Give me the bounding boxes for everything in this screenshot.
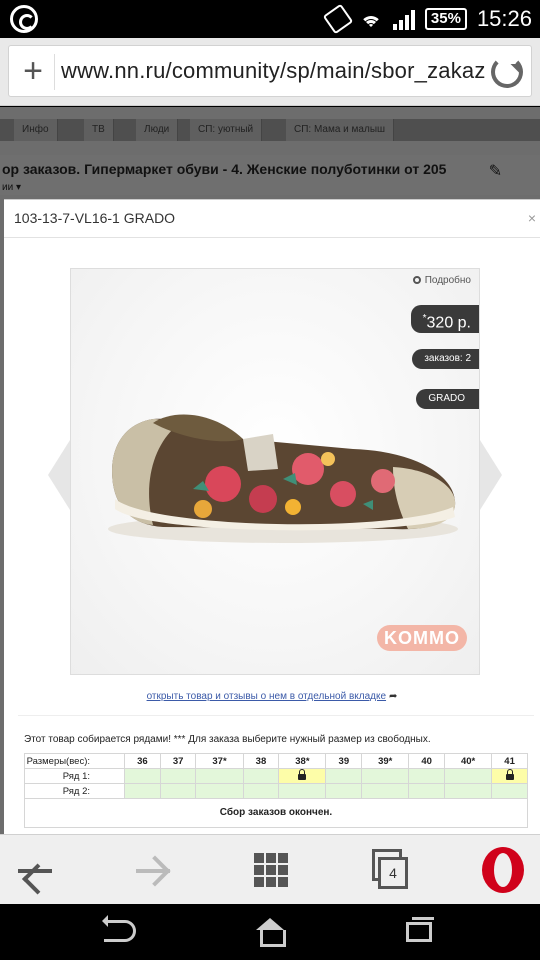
size-header: 39* (361, 753, 410, 769)
nav-tab-tv[interactable]: ТВ (84, 119, 114, 141)
size-header: 39 (325, 753, 363, 769)
nav-tab-sp-mama[interactable]: СП: Мама и малыш (286, 119, 395, 141)
size-header: 36 (124, 753, 161, 769)
sizes-header-row: Размеры(вес): 36 37 37* 38 38* 39 39* 40… (24, 753, 528, 769)
clock: 15:26 (476, 6, 532, 31)
next-arrow-icon[interactable] (480, 440, 502, 510)
size-cell-free[interactable] (444, 768, 493, 784)
system-home-icon[interactable] (256, 918, 286, 947)
orders-badge: заказов: 2 (412, 349, 479, 369)
modal-title: 103-13-7-VL16-1 GRADO (14, 210, 176, 226)
size-header: 38* (278, 753, 327, 769)
external-arrow-icon: ➦ (389, 691, 398, 702)
size-cell-taken (278, 768, 327, 784)
size-cell-taken (491, 768, 528, 784)
status-bar: 35% 15:26 (0, 0, 540, 38)
speed-dial-grid-icon[interactable] (246, 845, 296, 895)
row-2-label: Ряд 2: (24, 783, 125, 799)
size-header: 37 (159, 753, 197, 769)
size-header: 40 (408, 753, 446, 769)
product-modal: 103-13-7-VL16-1 GRADO × Подробно *320 р.… (4, 199, 540, 834)
system-nav-bar (0, 904, 540, 960)
open-in-new-tab-link[interactable]: открыть товар и отзывы о нем в отдельной… (4, 691, 540, 702)
sizes-header-label: Размеры(вес): (24, 753, 125, 769)
kommo-logo: KOMMO (377, 625, 467, 651)
size-cell-free[interactable] (325, 768, 363, 784)
new-tab-plus-button[interactable]: + (11, 46, 55, 98)
size-cell-free[interactable] (278, 783, 327, 799)
orders-closed-notice: Сбор заказов окончен. (24, 798, 528, 828)
size-cell-free[interactable] (159, 768, 197, 784)
opera-menu-icon[interactable] (478, 845, 528, 895)
lock-icon (505, 768, 514, 780)
site-nav: Инфо ТВ Люди СП: уютный СП: Мама и малыш (0, 119, 540, 141)
size-cell-free[interactable] (325, 783, 363, 799)
size-cell-free[interactable] (124, 783, 161, 799)
price-value: 320 р. (426, 314, 471, 332)
size-cell-free[interactable] (491, 783, 528, 799)
forward-arrow-icon[interactable] (128, 845, 178, 895)
price-badge: *320 р. (410, 305, 479, 333)
size-cell-free[interactable] (361, 783, 410, 799)
address-bar: + www.nn.ru/community/sp/main/sbor_zakaz (0, 38, 540, 106)
browser-toolbar: 4 (0, 834, 540, 904)
modal-header: 103-13-7-VL16-1 GRADO × (4, 200, 540, 238)
lock-icon (298, 768, 307, 780)
size-cell-free[interactable] (195, 783, 244, 799)
url-text[interactable]: www.nn.ru/community/sp/main/sbor_zakaz (61, 58, 491, 84)
page-subheading[interactable]: ии ▾ (2, 182, 21, 193)
edit-icon[interactable]: ✎ (489, 161, 502, 181)
product-image-frame[interactable]: Подробно *320 р. заказов: 2 GRADO KOMMO (70, 268, 480, 675)
size-header: 38 (242, 753, 280, 769)
size-cell-free[interactable] (408, 783, 446, 799)
details-link[interactable]: Подробно (412, 275, 471, 286)
shoe-image (108, 414, 458, 543)
size-header: 40* (444, 753, 493, 769)
signal-icon (392, 8, 415, 30)
row-2: Ряд 2: (24, 783, 528, 799)
reload-icon[interactable] (491, 56, 523, 88)
vibrate-icon (322, 3, 354, 35)
open-link-label: открыть товар и отзывы о нем в отдельной… (146, 691, 387, 702)
size-cell-free[interactable] (242, 783, 280, 799)
system-recents-icon[interactable] (406, 917, 434, 942)
size-cell-free[interactable] (195, 768, 244, 784)
page-heading: ор заказов. Гипермаркет обуви - 4. Женск… (2, 161, 447, 177)
wifi-icon (359, 8, 383, 30)
sizes-table: Размеры(вес): 36 37 37* 38 38* 39 39* 40… (24, 753, 528, 799)
brand-badge[interactable]: GRADO (416, 389, 479, 409)
tabs-count: 4 (378, 857, 408, 889)
url-box[interactable]: + www.nn.ru/community/sp/main/sbor_zakaz (8, 45, 532, 97)
size-cell-free[interactable] (159, 783, 197, 799)
details-link-label: Подробно (424, 275, 471, 286)
size-header: 37* (195, 753, 244, 769)
nav-tab-sp-cozy[interactable]: СП: уютный (190, 119, 263, 141)
whatsapp-icon (10, 5, 38, 33)
size-cell-free[interactable] (361, 768, 410, 784)
prev-arrow-icon[interactable] (48, 440, 70, 510)
row-1: Ряд 1: (24, 768, 528, 784)
size-cell-free[interactable] (124, 768, 161, 784)
nav-tab-info[interactable]: Инфо (14, 119, 58, 141)
battery-icon: 35% (424, 8, 467, 30)
nav-tab-people[interactable]: Люди (136, 119, 179, 141)
system-back-icon[interactable] (102, 915, 136, 942)
status-icons: 35% 15:26 (322, 3, 532, 35)
size-header: 41 (491, 753, 528, 769)
size-cell-free[interactable] (408, 768, 446, 784)
search-icon (412, 276, 421, 284)
size-cell-free[interactable] (444, 783, 493, 799)
size-cell-free[interactable] (242, 768, 280, 784)
order-note: Этот товар собирается рядами! *** Для за… (24, 734, 431, 745)
page-content: Инфо ТВ Люди СП: уютный СП: Мама и малыш… (0, 107, 540, 834)
close-icon[interactable]: × (528, 210, 536, 226)
tabs-button[interactable]: 4 (366, 845, 416, 895)
back-arrow-icon[interactable] (10, 845, 60, 895)
row-1-label: Ряд 1: (24, 768, 125, 784)
divider (18, 715, 534, 716)
